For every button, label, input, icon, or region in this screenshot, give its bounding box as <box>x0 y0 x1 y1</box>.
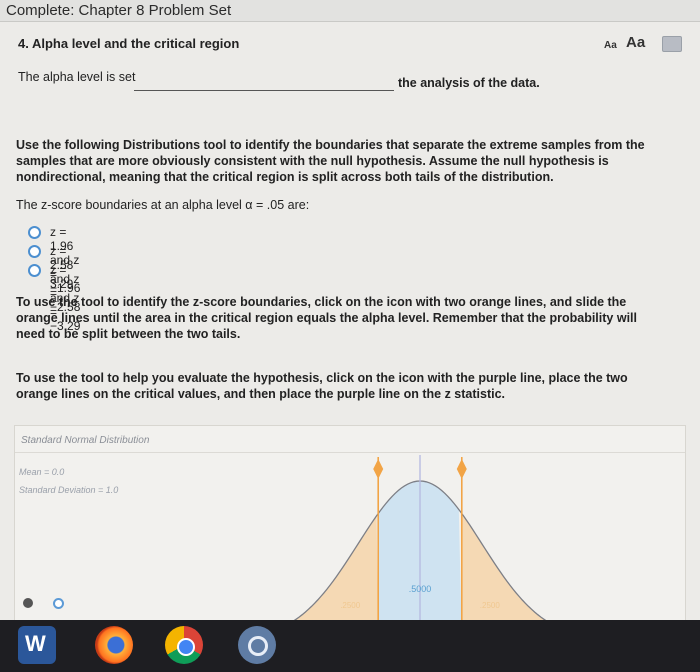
chrome-icon[interactable] <box>165 626 203 664</box>
word-glyph: W <box>25 631 46 656</box>
blank-suffix: the analysis of the data. <box>398 76 540 90</box>
sd-label: Standard Deviation = 1.0 <box>19 485 119 495</box>
normal-curve-chart[interactable]: .5000 .2500 .2500 <box>165 453 675 648</box>
tool-mode-icon[interactable] <box>53 598 64 609</box>
tool-hint-boundaries: To use the tool to identify the z-score … <box>16 295 637 341</box>
radio-button[interactable] <box>28 226 41 239</box>
distribution-tool-title: Standard Normal Distribution <box>21 435 150 446</box>
question-header: 4. Alpha level and the critical region A… <box>0 32 700 56</box>
mean-label: Mean = 0.0 <box>19 467 65 477</box>
taskbar: W <box>0 620 700 672</box>
tool-mode-icon-selected[interactable] <box>23 598 33 608</box>
window-title-bar: Complete: Chapter 8 Problem Set <box>0 0 700 22</box>
right-tail-label: .2500 <box>480 601 501 610</box>
firefox-icon[interactable] <box>95 626 133 664</box>
window-title: Complete: Chapter 8 Problem Set <box>6 2 232 19</box>
zscore-question: The z-score boundaries at an alpha level… <box>16 198 310 212</box>
radio-button[interactable] <box>28 264 41 277</box>
print-icon[interactable] <box>662 36 682 52</box>
text-size-small-button[interactable]: Aa <box>604 40 617 51</box>
orange-line-handle-left[interactable] <box>373 459 384 479</box>
instructions-text: Use the following Distributions tool to … <box>16 138 645 184</box>
fill-in-blank-row: The alpha level is set the analysis of t… <box>18 70 618 92</box>
left-tail-label: .2500 <box>340 601 361 610</box>
radio-button[interactable] <box>28 245 41 258</box>
center-area-label: .5000 <box>409 584 432 594</box>
word-icon[interactable]: W <box>18 626 56 664</box>
blank-prefix: The alpha level is set <box>18 70 136 84</box>
distribution-tool: Standard Normal Distribution Mean = 0.0 … <box>14 425 686 649</box>
text-size-large-button[interactable]: Aa <box>626 34 645 51</box>
orange-line-handle-right[interactable] <box>456 459 467 479</box>
app-icon[interactable] <box>238 626 276 664</box>
alpha-level-answer-field[interactable] <box>134 72 394 91</box>
tool-hint-hypothesis: To use the tool to help you evaluate the… <box>16 371 628 401</box>
question-title: 4. Alpha level and the critical region <box>18 36 240 51</box>
